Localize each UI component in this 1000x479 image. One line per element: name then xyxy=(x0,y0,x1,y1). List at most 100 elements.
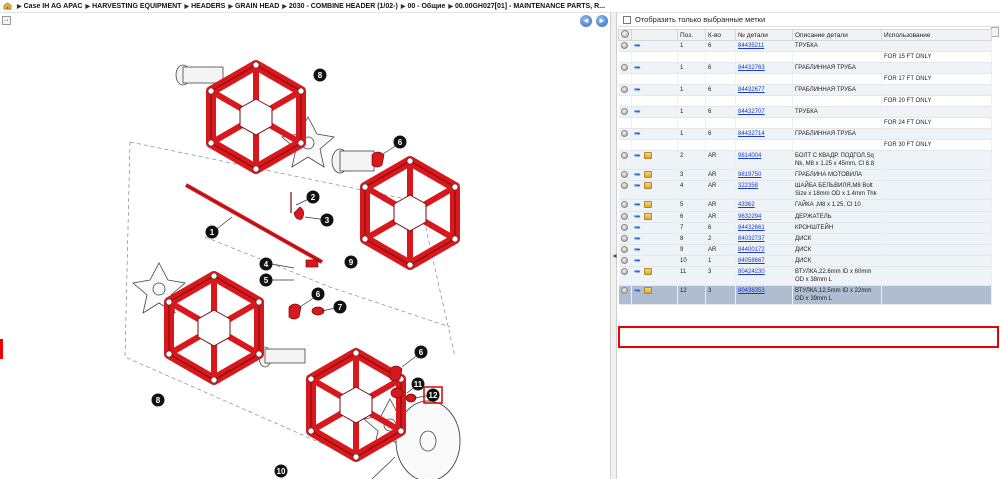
part-number-cell[interactable]: 9814004 xyxy=(735,150,793,171)
part-number-link[interactable]: 84058667 xyxy=(738,258,765,264)
table-cell[interactable] xyxy=(618,106,632,119)
collapse-arrow-icon[interactable]: ◄ xyxy=(611,253,618,260)
add-to-cart-icon[interactable] xyxy=(620,212,628,220)
table-row[interactable]: ➥ 11 3 80424230 ВТУЛКА,22.6mm ID x 60mm OD x… xyxy=(618,266,992,286)
scrollbar[interactable] xyxy=(991,27,999,37)
add-to-cart-icon[interactable] xyxy=(620,267,628,275)
show-selected-checkbox[interactable] xyxy=(623,15,631,24)
table-cell[interactable] xyxy=(618,233,632,245)
table-cell[interactable] xyxy=(618,222,632,234)
table-row[interactable]: ➥ 7 6 84432661 КРОНШТЕЙН xyxy=(618,222,992,234)
link-arrow-icon[interactable]: ➥ xyxy=(634,171,642,179)
add-to-cart-icon[interactable] xyxy=(620,286,628,294)
part-number-cell[interactable]: 84400172 xyxy=(735,244,793,256)
package-icon[interactable] xyxy=(644,182,652,190)
breadcrumb-item[interactable]: ▶ GRAIN HEAD xyxy=(225,3,279,10)
table-cell[interactable] xyxy=(618,211,632,223)
part-number-cell[interactable]: 84058667 xyxy=(735,255,793,267)
table-row-usage-note[interactable]: FOR 15 FT ONLY xyxy=(618,51,992,64)
column-header[interactable]: Описание детали xyxy=(792,29,882,41)
breadcrumb-item[interactable]: ▶ Case IH AG APAC xyxy=(14,3,83,10)
table-cell[interactable] xyxy=(618,180,632,201)
part-number-cell[interactable]: 9632294 xyxy=(735,211,793,223)
table-row-usage-note[interactable]: FOR 17 FT ONLY xyxy=(618,73,992,86)
link-arrow-icon[interactable]: ➥ xyxy=(634,234,642,242)
link-arrow-icon[interactable]: ➥ xyxy=(634,201,642,209)
table-row-usage-note[interactable]: FOR 24 FT ONLY xyxy=(618,117,992,130)
table-row[interactable]: ➥ 10 1 84058667 ДИСК xyxy=(618,255,992,267)
pane-splitter[interactable]: ◄ xyxy=(611,13,618,479)
previous-button[interactable]: ◄ xyxy=(580,15,592,27)
column-header-add[interactable] xyxy=(618,29,632,41)
part-number-cell[interactable]: 84432661 xyxy=(735,222,793,234)
table-cell[interactable] xyxy=(618,84,632,97)
part-number-cell[interactable]: 84432714 xyxy=(735,128,793,141)
add-to-cart-icon[interactable] xyxy=(620,152,628,160)
expand-toggle-button[interactable]: → xyxy=(2,16,11,25)
next-button[interactable]: ► xyxy=(596,15,608,27)
column-header[interactable]: К-во xyxy=(705,29,736,41)
link-arrow-icon[interactable]: ➥ xyxy=(634,286,642,294)
table-row[interactable]: ➥ 6 AR 9632294 ДЕРЖАТЕЛЬ xyxy=(618,211,992,223)
part-number-cell[interactable]: 80436353 xyxy=(735,285,793,305)
link-arrow-icon[interactable]: ➥ xyxy=(634,152,642,160)
add-to-cart-icon[interactable] xyxy=(620,234,628,242)
link-arrow-icon[interactable]: ➥ xyxy=(634,42,642,50)
table-row[interactable]: ➥ 3 AR 9819750 ГРАБЛИНА МОТОВИЛА xyxy=(618,169,992,182)
table-row[interactable]: ➥ 2 AR 9814004 БОЛТ С КВАДР. ПОДГОЛ.Sq Nk, M… xyxy=(618,150,992,171)
link-arrow-icon[interactable]: ➥ xyxy=(634,256,642,264)
table-row[interactable]: ➥ 8 2 84032737 ДИСК xyxy=(618,233,992,245)
package-icon[interactable] xyxy=(644,267,652,275)
table-cell[interactable] xyxy=(618,62,632,75)
link-arrow-icon[interactable]: ➥ xyxy=(634,223,642,231)
table-row[interactable]: ➥ 5 AR 43362 ГАЙКА ,M8 x 1.25, Cl 10 xyxy=(618,199,992,212)
table-cell[interactable] xyxy=(618,40,632,53)
link-arrow-icon[interactable]: ➥ xyxy=(634,64,642,72)
table-row-usage-note[interactable]: FOR 30 FT ONLY xyxy=(618,139,992,152)
package-icon[interactable] xyxy=(644,152,652,160)
table-cell[interactable] xyxy=(618,266,632,286)
part-number-link[interactable]: 84032737 xyxy=(738,236,765,242)
package-icon[interactable] xyxy=(644,171,652,179)
part-number-cell[interactable]: 84432763 xyxy=(735,62,793,75)
part-number-cell[interactable]: 43362 xyxy=(735,199,793,212)
column-header[interactable] xyxy=(631,29,678,41)
part-number-link[interactable]: 322358 xyxy=(738,183,758,189)
table-row[interactable]: ➥ 1 6 84432763 ГРАБЛИННАЯ ТРУБА xyxy=(618,62,992,75)
breadcrumb-item[interactable]: ▶ 00.00GH027[01] - MAINTENANCE PARTS, R..… xyxy=(445,3,605,10)
part-number-link[interactable]: 80436353 xyxy=(738,288,765,294)
part-number-link[interactable]: 9819750 xyxy=(738,172,761,178)
add-to-cart-icon[interactable] xyxy=(620,64,628,72)
add-to-cart-icon[interactable] xyxy=(620,171,628,179)
part-number-link[interactable]: 84432707 xyxy=(738,109,765,115)
link-arrow-icon[interactable]: ➥ xyxy=(634,267,642,275)
table-cell[interactable] xyxy=(618,244,632,256)
part-number-cell[interactable]: 84032737 xyxy=(735,233,793,245)
part-number-link[interactable]: 43362 xyxy=(738,202,755,208)
part-number-cell[interactable]: 84435211 xyxy=(735,40,793,53)
add-to-cart-icon[interactable] xyxy=(620,130,628,138)
part-number-link[interactable]: 84400172 xyxy=(738,247,765,253)
table-cell[interactable] xyxy=(618,150,632,171)
link-arrow-icon[interactable]: ➥ xyxy=(634,182,642,190)
part-number-link[interactable]: 84432677 xyxy=(738,87,765,93)
table-row[interactable]: ➥ 4 AR 322358 ШАЙБА БЕЛЬВИЛЯ,M8 Bolt Size x … xyxy=(618,180,992,201)
table-cell[interactable] xyxy=(618,199,632,212)
part-number-link[interactable]: 84432661 xyxy=(738,225,765,231)
add-to-cart-icon[interactable] xyxy=(620,182,628,190)
part-number-link[interactable]: 84432763 xyxy=(738,65,765,71)
add-to-cart-icon[interactable] xyxy=(620,108,628,116)
add-to-cart-icon[interactable] xyxy=(620,245,628,253)
part-number-link[interactable]: 84432714 xyxy=(738,131,765,137)
table-row[interactable]: ➥ 1 6 84432714 ГРАБЛИННАЯ ТРУБА xyxy=(618,128,992,141)
link-arrow-icon[interactable]: ➥ xyxy=(634,212,642,220)
package-icon[interactable] xyxy=(644,212,652,220)
exploded-parts-diagram[interactable]: 8 6 2 3 1 9 4 5 6 7 6 8 11 10 12 xyxy=(0,27,611,479)
part-number-cell[interactable]: 84432707 xyxy=(735,106,793,119)
breadcrumb-item[interactable]: ▶ 00 - Общие xyxy=(398,3,446,10)
package-icon[interactable] xyxy=(644,201,652,209)
part-number-link[interactable]: 9814004 xyxy=(738,153,761,159)
part-number-link[interactable]: 9632294 xyxy=(738,214,761,220)
breadcrumb-item[interactable]: ▶ HARVESTING EQUIPMENT xyxy=(83,3,182,10)
link-arrow-icon[interactable]: ➥ xyxy=(634,130,642,138)
